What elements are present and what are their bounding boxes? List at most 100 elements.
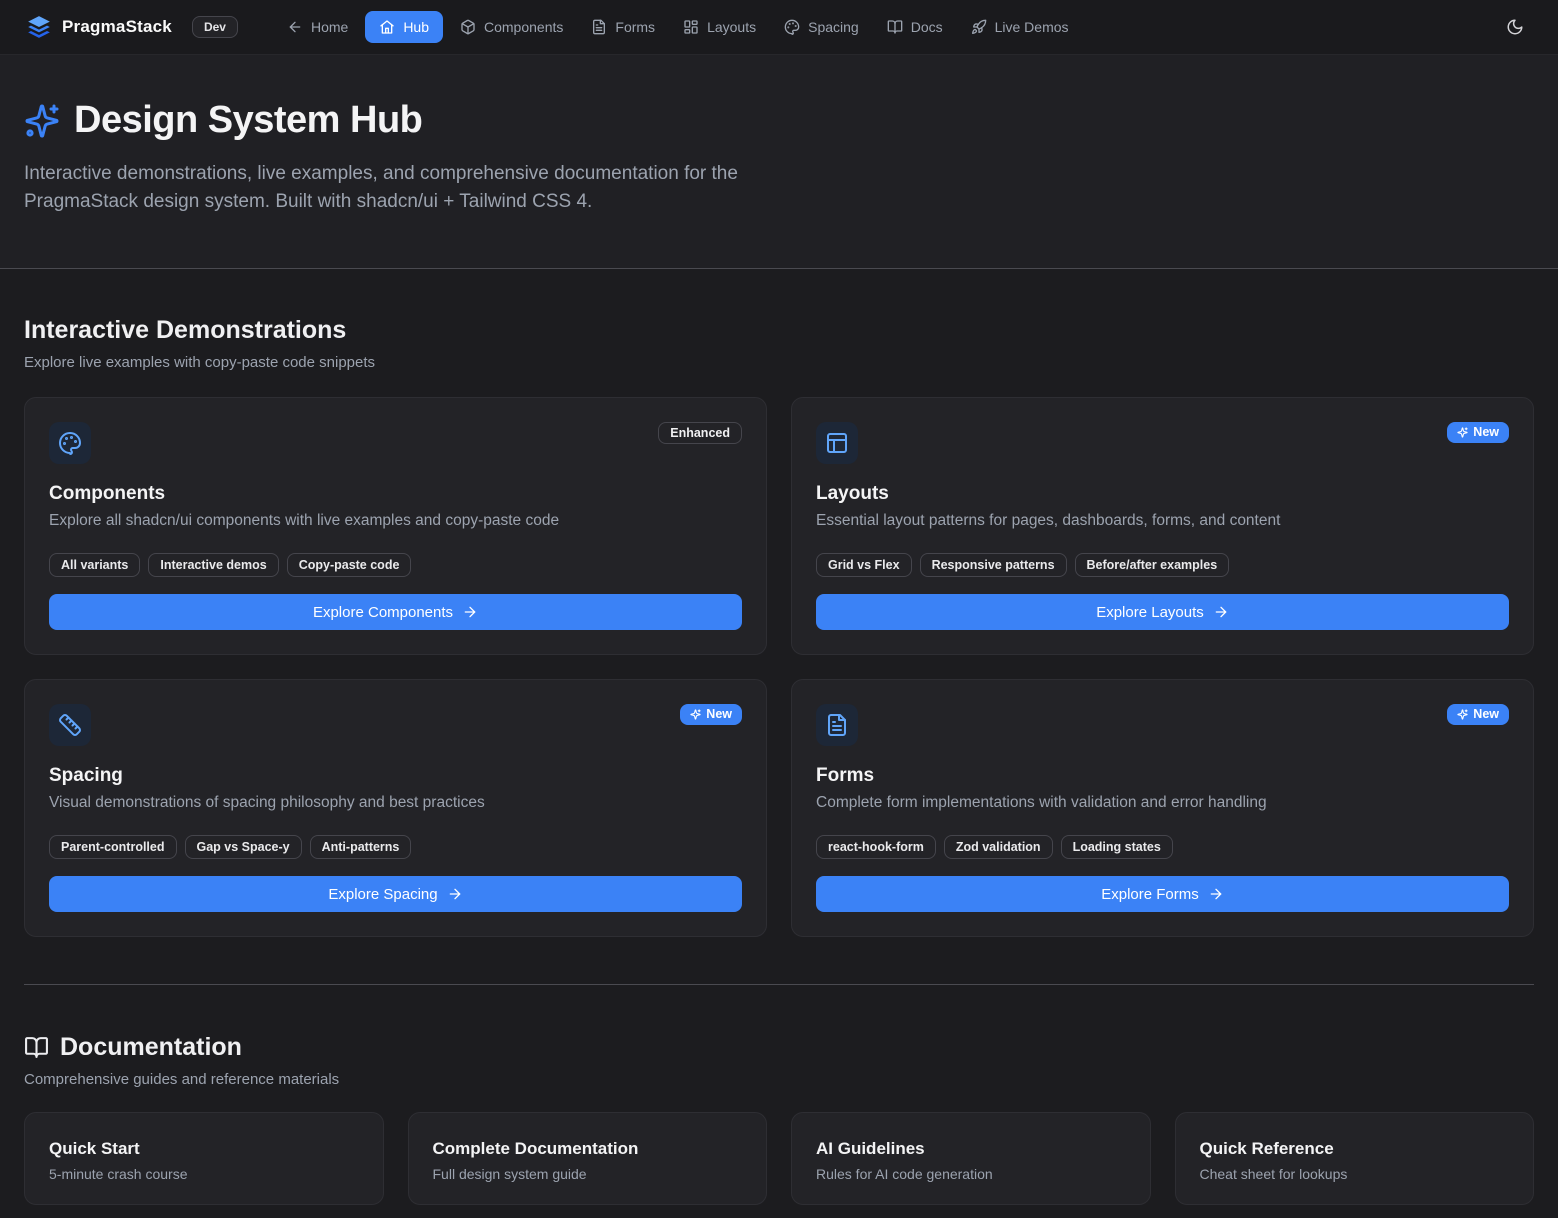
feature-tag: Anti-patterns — [310, 835, 412, 859]
card-title: Spacing — [49, 765, 742, 787]
page-title: Design System Hub — [74, 99, 422, 142]
demo-card-forms[interactable]: New Forms Complete form implementations … — [791, 679, 1534, 937]
nav-item-live-demos[interactable]: Live Demos — [960, 11, 1080, 43]
nav-item-layouts[interactable]: Layouts — [672, 11, 767, 43]
book-open-icon — [887, 19, 903, 35]
page-description: Interactive demonstrations, live example… — [24, 160, 772, 216]
file-text-icon — [591, 19, 607, 35]
layout-grid-icon — [683, 19, 699, 35]
card-description: Rules for AI code generation — [816, 1166, 1126, 1182]
book-open-icon — [24, 1035, 49, 1060]
doc-card-quick-reference[interactable]: Quick Reference Cheat sheet for lookups — [1175, 1112, 1535, 1205]
card-description: Full design system guide — [433, 1166, 743, 1182]
nav-item-home[interactable]: Home — [276, 11, 359, 43]
docs-heading-label: Documentation — [60, 1033, 242, 1062]
new-badge: New — [1447, 422, 1509, 443]
doc-card-quick-start[interactable]: Quick Start 5-minute crash course — [24, 1112, 384, 1205]
nav-label: Hub — [403, 19, 429, 35]
button-label: Explore Spacing — [328, 886, 437, 903]
sparkles-icon — [690, 709, 701, 720]
card-title: AI Guidelines — [816, 1139, 1126, 1159]
ruler-icon — [49, 704, 91, 746]
arrow-left-icon — [287, 19, 303, 35]
card-title: Quick Reference — [1200, 1139, 1510, 1159]
nav-item-spacing[interactable]: Spacing — [773, 11, 870, 43]
card-title: Layouts — [816, 483, 1509, 505]
nav-label: Layouts — [707, 19, 756, 35]
tag-row: All variants Interactive demos Copy-past… — [49, 553, 742, 577]
feature-tag: react-hook-form — [816, 835, 936, 859]
feature-tag: Zod validation — [944, 835, 1053, 859]
top-navbar: PragmaStack Dev Home Hub Components Fo — [0, 0, 1558, 55]
card-title: Components — [49, 483, 742, 505]
tag-row: Parent-controlled Gap vs Space-y Anti-pa… — [49, 835, 742, 859]
card-description: Complete form implementations with valid… — [816, 794, 1509, 812]
brand[interactable]: PragmaStack Dev — [26, 14, 238, 40]
demo-card-layouts[interactable]: New Layouts Essential layout patterns fo… — [791, 397, 1534, 655]
demo-card-grid: Enhanced Components Explore all shadcn/u… — [24, 397, 1534, 937]
nav-item-docs[interactable]: Docs — [876, 11, 954, 43]
rocket-icon — [971, 19, 987, 35]
theme-toggle-button[interactable] — [1498, 10, 1532, 44]
demo-card-spacing[interactable]: New Spacing Visual demonstrations of spa… — [24, 679, 767, 937]
arrow-right-icon — [462, 604, 478, 620]
nav-label: Docs — [911, 19, 943, 35]
feature-tag: Interactive demos — [148, 553, 278, 577]
home-icon — [379, 19, 395, 35]
badge-label: New — [1473, 426, 1499, 439]
explore-layouts-button[interactable]: Explore Layouts — [816, 594, 1509, 630]
card-description: 5-minute crash course — [49, 1166, 359, 1182]
docs-section-heading: Documentation — [24, 985, 1534, 1062]
demos-section-subheading: Explore live examples with copy-paste co… — [24, 354, 1534, 371]
doc-card-grid: Quick Start 5-minute crash course Comple… — [24, 1112, 1534, 1205]
card-description: Cheat sheet for lookups — [1200, 1166, 1510, 1182]
doc-card-ai-guidelines[interactable]: AI Guidelines Rules for AI code generati… — [791, 1112, 1151, 1205]
arrow-right-icon — [1208, 886, 1224, 902]
sparkles-icon — [1457, 709, 1468, 720]
badge-label: New — [706, 708, 732, 721]
tag-row: react-hook-form Zod validation Loading s… — [816, 835, 1509, 859]
nav-label: Home — [311, 19, 348, 35]
sparkles-icon — [24, 103, 60, 139]
env-badge: Dev — [192, 16, 238, 38]
explore-forms-button[interactable]: Explore Forms — [816, 876, 1509, 912]
tag-row: Grid vs Flex Responsive patterns Before/… — [816, 553, 1509, 577]
palette-icon — [784, 19, 800, 35]
nav-label: Forms — [615, 19, 655, 35]
package-icon — [460, 19, 476, 35]
nav-label: Live Demos — [995, 19, 1069, 35]
sparkles-icon — [1457, 427, 1468, 438]
button-label: Explore Layouts — [1096, 604, 1204, 621]
new-badge: New — [1447, 704, 1509, 725]
explore-components-button[interactable]: Explore Components — [49, 594, 742, 630]
main-nav: Home Hub Components Forms Layouts — [276, 11, 1080, 43]
feature-tag: Responsive patterns — [920, 553, 1067, 577]
brand-name: PragmaStack — [62, 17, 172, 37]
card-title: Complete Documentation — [433, 1139, 743, 1159]
feature-tag: Before/after examples — [1075, 553, 1230, 577]
demo-card-components[interactable]: Enhanced Components Explore all shadcn/u… — [24, 397, 767, 655]
docs-section-subheading: Comprehensive guides and reference mater… — [24, 1071, 1534, 1088]
nav-item-hub[interactable]: Hub — [365, 11, 443, 43]
nav-item-forms[interactable]: Forms — [580, 11, 666, 43]
main-content: Interactive Demonstrations Explore live … — [0, 269, 1558, 1205]
status-badge: Enhanced — [658, 422, 742, 444]
nav-label: Components — [484, 19, 563, 35]
layers-logo-icon — [26, 14, 52, 40]
button-label: Explore Components — [313, 604, 453, 621]
new-badge: New — [680, 704, 742, 725]
card-description: Explore all shadcn/ui components with li… — [49, 512, 742, 530]
hero-section: Design System Hub Interactive demonstrat… — [0, 55, 1558, 269]
file-text-icon — [816, 704, 858, 746]
feature-tag: Grid vs Flex — [816, 553, 912, 577]
feature-tag: Parent-controlled — [49, 835, 177, 859]
arrow-right-icon — [1213, 604, 1229, 620]
badge-label: New — [1473, 708, 1499, 721]
feature-tag: Gap vs Space-y — [185, 835, 302, 859]
feature-tag: Loading states — [1061, 835, 1173, 859]
card-title: Forms — [816, 765, 1509, 787]
moon-icon — [1506, 18, 1524, 36]
nav-item-components[interactable]: Components — [449, 11, 574, 43]
explore-spacing-button[interactable]: Explore Spacing — [49, 876, 742, 912]
doc-card-complete-documentation[interactable]: Complete Documentation Full design syste… — [408, 1112, 768, 1205]
